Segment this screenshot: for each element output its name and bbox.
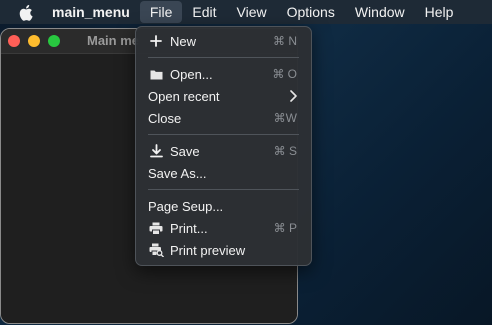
menu-item-label: Open... [170, 67, 213, 82]
close-window-button[interactable] [8, 35, 20, 47]
menu-item-open[interactable]: Open... ⌘ O [136, 63, 311, 85]
app-menu[interactable]: main_menu [52, 1, 140, 23]
menu-item-close[interactable]: Close ⌘W [136, 107, 311, 129]
menu-file[interactable]: File [139, 1, 183, 23]
shortcut-label: ⌘ O [272, 67, 297, 81]
menu-item-label: Save As... [148, 166, 207, 181]
shortcut-label: ⌘W [273, 111, 297, 125]
download-icon [148, 143, 164, 159]
menu-item-label: Close [148, 111, 182, 126]
plus-icon [148, 33, 164, 49]
shortcut-label: ⌘ S [273, 144, 297, 158]
menu-separator [148, 189, 299, 190]
folder-icon [148, 66, 164, 82]
minimize-window-button[interactable] [28, 35, 40, 47]
file-menu-dropdown: New ⌘ N Open... ⌘ O Open recent Close ⌘W… [135, 26, 312, 266]
menu-item-save-as[interactable]: Save As... [136, 162, 311, 184]
menu-item-page-setup[interactable]: Page Seup... [136, 195, 311, 217]
menu-item-label: Print... [170, 221, 208, 236]
menu-item-save[interactable]: Save ⌘ S [136, 140, 311, 162]
window-title: Main me [87, 33, 140, 48]
menu-window[interactable]: Window [345, 1, 415, 23]
chevron-right-icon [289, 90, 297, 105]
menu-bar: main_menu File Edit View Options Window … [0, 0, 492, 24]
printer-icon [148, 220, 164, 236]
menu-help[interactable]: Help [415, 1, 464, 23]
menu-item-print-preview[interactable]: Print preview [136, 239, 311, 261]
apple-logo-icon[interactable] [16, 3, 34, 21]
menu-edit[interactable]: Edit [182, 1, 226, 23]
shortcut-label: ⌘ N [273, 34, 297, 48]
menu-item-label: Open recent [148, 89, 220, 104]
menu-item-open-recent[interactable]: Open recent [136, 85, 311, 107]
shortcut-label: ⌘ P [273, 221, 297, 235]
menu-item-label: Page Seup... [148, 199, 224, 214]
menu-item-label: New [170, 34, 197, 49]
menu-item-label: Print preview [170, 243, 246, 258]
menu-item-label: Save [170, 144, 200, 159]
menu-item-print[interactable]: Print... ⌘ P [136, 217, 311, 239]
menu-separator [148, 134, 299, 135]
menu-options[interactable]: Options [277, 1, 345, 23]
menu-separator [148, 57, 299, 58]
menu-view[interactable]: View [227, 1, 277, 23]
print-preview-icon [148, 242, 164, 258]
menu-item-new[interactable]: New ⌘ N [136, 30, 311, 52]
zoom-window-button[interactable] [48, 35, 60, 47]
